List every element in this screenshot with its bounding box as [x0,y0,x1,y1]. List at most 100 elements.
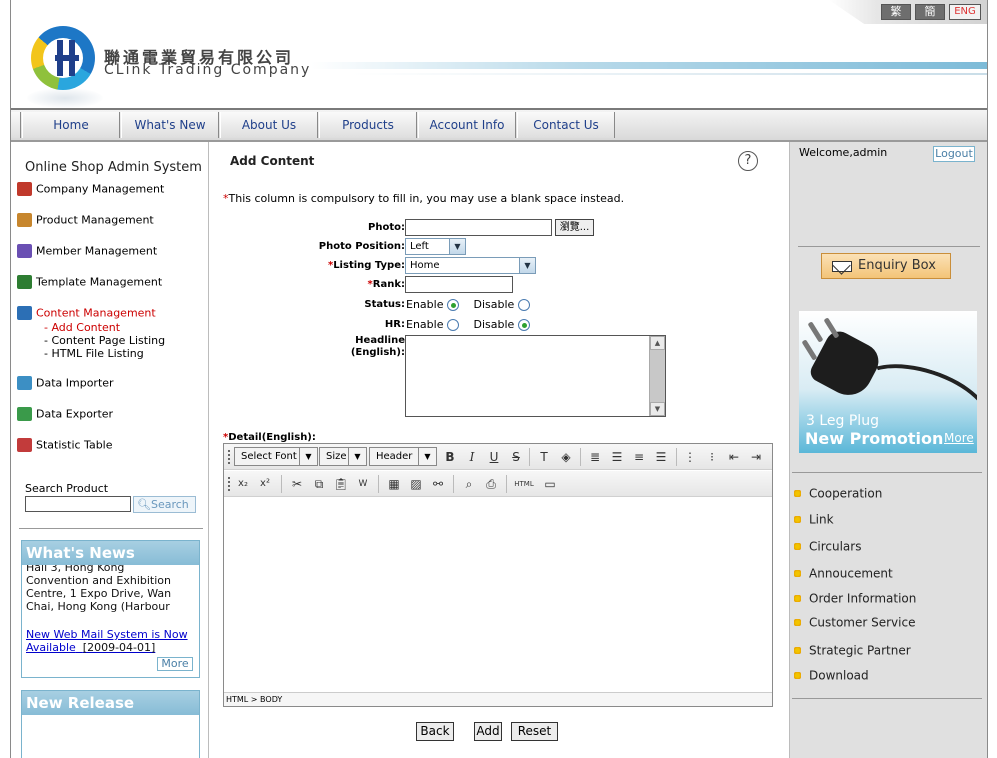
menu-company-management[interactable]: Company Management [17,182,164,198]
link-download[interactable]: Download [794,668,869,683]
headline-textarea[interactable]: ▲ ▼ [405,335,666,417]
back-button[interactable]: Back [416,722,454,741]
whats-news-more-button[interactable]: More [157,657,193,671]
align-center-icon[interactable]: ≡ [630,448,648,466]
search-button[interactable]: 🔍︎Search [133,496,196,513]
html-mode-button[interactable]: HTML [511,475,537,493]
link-order-information[interactable]: Order Information [794,591,916,606]
rich-text-editor: Select Font ▼ Size ▼ Header ▼ B I U S T ◈ ≣… [223,443,773,707]
nav-about-us[interactable]: About Us [220,112,318,138]
photo-file-input[interactable] [405,219,552,236]
link-link[interactable]: Link [794,512,834,527]
logout-button[interactable]: Logout [933,146,975,162]
reset-button[interactable]: Reset [511,722,558,741]
photo-position-select[interactable]: Left ▼ [405,238,466,255]
paste-icon[interactable]: 📋︎ [332,475,350,493]
search-product-input[interactable] [25,496,131,512]
link-announcement[interactable]: Annoucement [794,566,893,581]
submenu-content-page-listing[interactable]: - Content Page Listing [44,334,165,347]
link-icon[interactable]: ⚯ [429,475,447,493]
background-color-icon[interactable]: ◈ [557,448,575,466]
add-button[interactable]: Add [474,722,502,741]
whats-news-content: Hall 3, Hong Kong Convention and Exhibit… [22,565,199,675]
link-cooperation[interactable]: Cooperation [794,486,882,501]
align-left-icon[interactable]: ☰ [608,448,626,466]
nav-whats-new[interactable]: What's New [121,112,219,138]
subscript-icon[interactable]: x₂ [234,475,252,493]
submenu-html-file-listing[interactable]: - HTML File Listing [44,347,144,360]
menu-content-management[interactable]: Content Management [17,306,156,322]
whats-news-title: What's News [22,541,199,565]
nav-contact-us[interactable]: Contact Us [517,112,615,138]
strikethrough-icon[interactable]: S [507,448,525,466]
listing-type-label: *Listing Type: [327,260,405,271]
italic-icon[interactable]: I [463,448,481,466]
copy-icon[interactable]: ⧉ [310,475,328,493]
menu-data-importer[interactable]: Data Importer [17,376,114,392]
text-color-icon[interactable]: T [535,448,553,466]
cut-icon[interactable]: ✂ [288,475,306,493]
bullet-icon [794,516,801,523]
link-circulars[interactable]: Circulars [794,539,861,554]
bullet-icon [794,672,801,679]
page-title: Add Content [230,154,315,168]
preview-icon[interactable]: ⌕ [460,475,478,493]
hr-disable-radio[interactable] [518,319,531,331]
plug-prong [807,321,824,343]
link-strategic-partner[interactable]: Strategic Partner [794,643,911,658]
promotion-banner[interactable]: 3 Leg Plug New Promotion More [799,311,977,453]
font-select[interactable]: Select Font ▼ [234,447,318,466]
editor-toolbar-2: x₂ x² ✂ ⧉ 📋︎ W ▦ ▨ ⚯ ⌕ ⎙ HTML ▭ [224,471,772,497]
header-select[interactable]: Header ▼ [369,447,437,466]
outdent-icon[interactable]: ⇤ [725,448,743,466]
editor-body[interactable] [224,498,772,692]
promo-more-link[interactable]: More [944,431,974,445]
help-icon[interactable]: ? [738,151,758,171]
align-right-icon[interactable]: ☰ [652,448,670,466]
menu-statistic-table[interactable]: Statistic Table [17,438,113,454]
member-icon [17,244,32,258]
scroll-up-icon[interactable]: ▲ [650,336,665,350]
image-icon[interactable]: ▨ [407,475,425,493]
new-release-title: New Release [22,691,199,715]
paste-word-icon[interactable]: W [354,475,372,493]
table-icon[interactable]: ▦ [385,475,403,493]
hr-enable-radio[interactable] [447,319,460,331]
justify-icon[interactable]: ≣ [586,448,604,466]
ordered-list-icon[interactable]: ⁝ [703,448,721,466]
enquiry-box-button[interactable]: Enquiry Box [821,253,951,279]
news-link[interactable]: New Web Mail System is Now [22,628,199,641]
headline-scrollbar[interactable]: ▲ ▼ [649,336,665,416]
fullscreen-icon[interactable]: ▭ [541,475,559,493]
lang-simplified-button[interactable]: 簡 [915,4,945,20]
menu-product-management[interactable]: Product Management [17,213,154,229]
rank-input[interactable] [405,276,513,293]
browse-button[interactable]: 瀏覽... [555,219,594,236]
size-select[interactable]: Size ▼ [319,447,367,466]
status-enable-radio[interactable] [447,299,460,311]
underline-icon[interactable]: U [485,448,503,466]
listing-type-select[interactable]: Home ▼ [405,257,536,274]
menu-data-exporter[interactable]: Data Exporter [17,407,113,423]
nav-home[interactable]: Home [22,112,120,138]
template-icon [17,275,32,289]
lang-english-button[interactable]: ENG [949,4,981,20]
nav-account-info[interactable]: Account Info [418,112,516,138]
status-disable-radio[interactable] [518,299,531,311]
news-link-cont[interactable]: Available [2009-04-01] [22,641,199,654]
submenu-add-content[interactable]: - Add Content [44,321,120,334]
menu-template-management[interactable]: Template Management [17,275,162,291]
chevron-down-icon: ▼ [418,448,436,465]
link-customer-service[interactable]: Customer Service [794,615,915,630]
indent-icon[interactable]: ⇥ [747,448,765,466]
menu-member-management[interactable]: Member Management [17,244,157,260]
lang-traditional-button[interactable]: 繁 [881,4,911,20]
nav-products[interactable]: Products [319,112,417,138]
superscript-icon[interactable]: x² [256,475,274,493]
scroll-down-icon[interactable]: ▼ [650,402,665,416]
unordered-list-icon[interactable]: ⋮ [681,448,699,466]
bold-icon[interactable]: B [441,448,459,466]
company-icon [17,182,32,196]
logo-mark [55,40,79,76]
print-icon[interactable]: ⎙ [482,475,500,493]
